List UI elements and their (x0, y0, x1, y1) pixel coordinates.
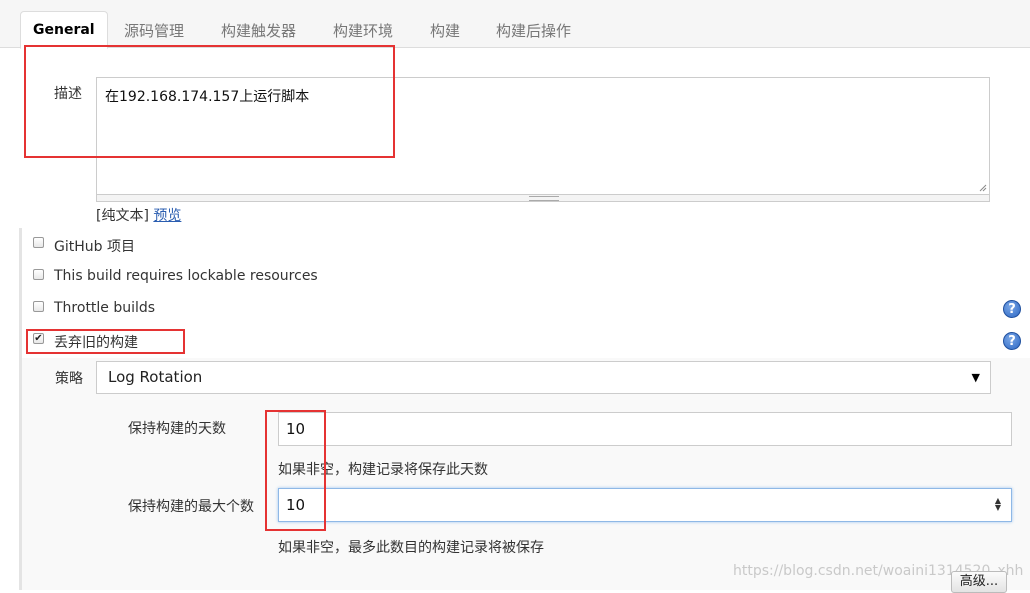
plain-text-label: [纯文本] (96, 208, 149, 224)
tab-source-control[interactable]: 源码管理 (124, 20, 184, 41)
tab-build-environment[interactable]: 构建环境 (333, 20, 393, 41)
preview-link[interactable]: 预览 (153, 208, 181, 224)
strategy-label: 策略 (55, 371, 83, 387)
help-icon[interactable]: ? (1003, 300, 1021, 318)
textarea-resize-grip[interactable] (96, 195, 990, 202)
days-to-keep-input[interactable]: 10 (278, 412, 1012, 446)
lockable-resources-checkbox[interactable] (33, 269, 44, 280)
dropdown-arrow-icon: ▼ (971, 371, 980, 384)
tab-bar: General 源码管理 构建触发器 构建环境 构建 构建后操作 (0, 0, 1030, 49)
strategy-select[interactable]: Log Rotation ▼ (96, 361, 991, 394)
annotation-box-values (265, 410, 326, 531)
lockable-resources-label: This build requires lockable resources (54, 268, 318, 284)
annotation-box-description (24, 45, 395, 158)
tab-build-triggers[interactable]: 构建触发器 (221, 20, 296, 41)
description-format: [纯文本] 预览 (96, 205, 181, 225)
number-spinner-icon[interactable]: ▲ ▼ (993, 497, 1003, 513)
github-project-checkbox[interactable] (33, 237, 44, 248)
throttle-builds-checkbox[interactable] (33, 301, 44, 312)
max-builds-input[interactable]: 10 ▲ ▼ (278, 488, 1012, 522)
resize-handle-icon[interactable] (979, 184, 987, 192)
throttle-builds-label: Throttle builds (54, 300, 156, 316)
max-builds-label: 保持构建的最大个数 (128, 499, 254, 515)
tab-build[interactable]: 构建 (430, 20, 460, 41)
help-icon[interactable]: ? (1003, 332, 1021, 350)
days-to-keep-label: 保持构建的天数 (128, 421, 226, 437)
tab-general[interactable]: General (20, 11, 108, 49)
github-project-label: GitHub 项目 (54, 239, 135, 255)
strategy-selected-value: Log Rotation (108, 368, 203, 386)
annotation-box-discard (26, 329, 185, 354)
tab-post-build-actions[interactable]: 构建后操作 (496, 20, 571, 41)
max-builds-hint: 如果非空，最多此数目的构建记录将被保存 (278, 540, 544, 556)
